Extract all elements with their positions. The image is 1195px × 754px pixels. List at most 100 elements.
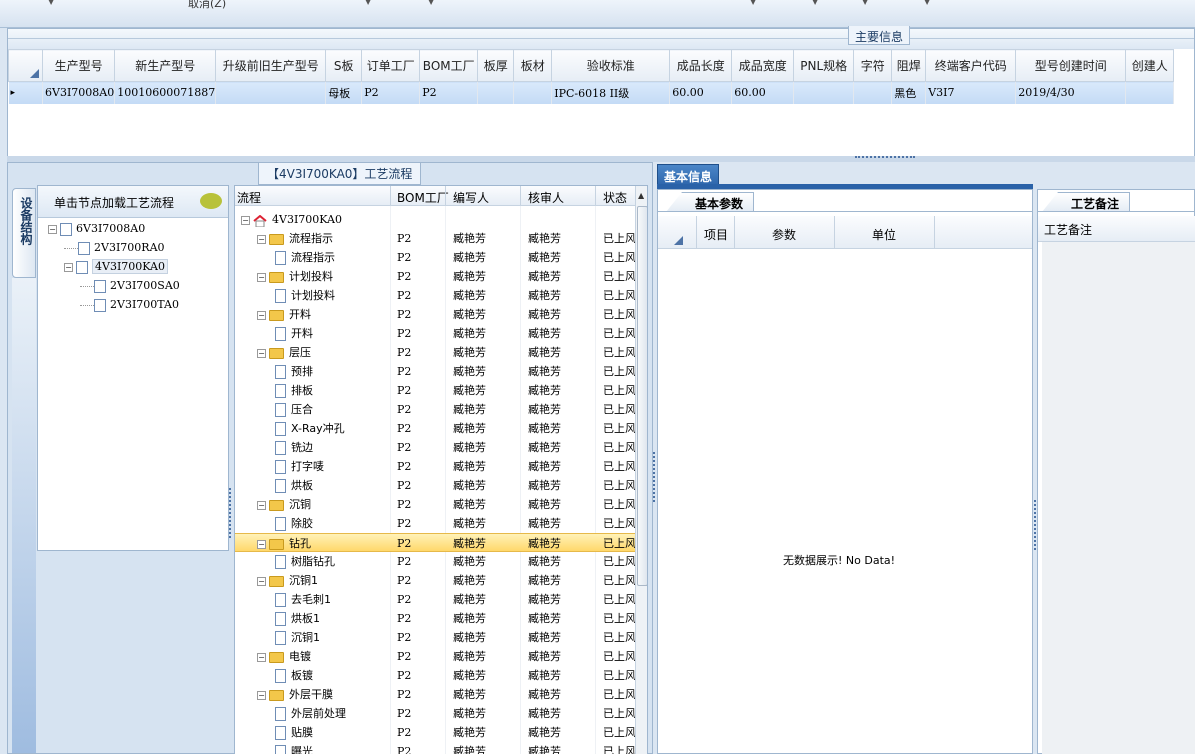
splitter-grip-icon[interactable] [229,488,232,538]
flow-row[interactable]: 外层前处理 P2 臧艳芳 臧艳芳 已上风 [235,704,636,723]
collapse-icon[interactable]: − [257,310,266,320]
main-col-header[interactable]: 创建人 [1125,49,1175,82]
collapse-icon[interactable]: − [257,348,266,358]
tree-node-label[interactable]: 2V3I700RA0 [94,241,165,254]
tree-node[interactable]: − 4V3I700KA0 [64,258,168,276]
flow-row[interactable]: 铣边 P2 臧艳芳 臧艳芳 已上风 [235,438,636,457]
flow-row[interactable]: − 计划投料 P2 臧艳芳 臧艳芳 已上风 [235,267,636,286]
flow-col-process[interactable]: 流程 [237,189,261,206]
splitter-grip-icon[interactable] [653,452,656,502]
tab-basic-params[interactable]: 基本参数 [666,192,755,212]
params-col-unit[interactable]: 单位 [872,226,896,243]
chevron-down-icon[interactable]: ▼ [750,0,756,6]
flow-row[interactable]: − 电镀 P2 臧艳芳 臧艳芳 已上风 [235,647,636,666]
flow-row[interactable]: 板镀 P2 臧艳芳 臧艳芳 已上风 [235,666,636,685]
collapse-icon[interactable]: − [257,690,266,700]
flow-row[interactable]: 沉铜1 P2 臧艳芳 臧艳芳 已上风 [235,628,636,647]
main-col-header[interactable]: 升级前旧生产型号 [215,49,327,82]
table-cell[interactable]: 10010600071887 [114,81,217,104]
collapse-icon[interactable]: − [241,215,250,225]
flow-col-bom[interactable]: BOM工厂 [397,189,449,206]
main-col-header[interactable]: 新生产型号 [114,49,217,82]
flow-row[interactable]: 流程指示 P2 臧艳芳 臧艳芳 已上风 [235,248,636,267]
main-col-header[interactable]: 字符 [853,49,893,82]
flow-row[interactable]: 计划投料 P2 臧艳芳 臧艳芳 已上风 [235,286,636,305]
flow-row[interactable]: − 流程指示 P2 臧艳芳 臧艳芳 已上风 [235,229,636,248]
flow-row[interactable]: 打字唛 P2 臧艳芳 臧艳芳 已上风 [235,457,636,476]
flow-col-reviewer[interactable]: 核审人 [528,189,564,206]
tree-node-label[interactable]: 4V3I700KA0 [92,259,168,274]
table-cell[interactable]: 6V3I7008A0 [42,81,116,104]
collapse-icon[interactable]: − [48,224,57,234]
collapse-icon[interactable]: − [64,262,73,272]
flow-row[interactable]: 曝光 P2 臧艳芳 臧艳芳 已上风 [235,742,636,754]
table-cell[interactable]: 2019/4/30 [1015,81,1127,104]
tree-node[interactable]: 2V3I700SA0 [80,277,180,295]
main-col-header[interactable]: 生产型号 [41,49,116,82]
flow-scrollbar[interactable]: ▲ [635,186,647,754]
chevron-down-icon[interactable]: ▼ [924,0,930,6]
table-cell[interactable] [215,81,327,104]
table-cell[interactable]: P2 [419,81,479,104]
main-col-header[interactable]: 型号创建时间 [1015,49,1127,82]
flow-row[interactable]: 去毛刺1 P2 臧艳芳 臧艳芳 已上风 [235,590,636,609]
scrollbar-thumb[interactable] [637,206,647,586]
table-cell[interactable] [793,81,855,104]
table-cell[interactable]: IPC-6018 II级 [551,81,671,104]
flow-row[interactable]: − 沉铜 P2 臧艳芳 臧艳芳 已上风 [235,495,636,514]
main-info-grid[interactable]: 生产型号 新生产型号 升级前旧生产型号 S板 订单工厂 BOM工厂 板厚 板材 验收标准 成品长度… [8,49,1175,104]
params-col-param[interactable]: 参数 [772,226,796,243]
flow-row[interactable]: − 层压 P2 臧艳芳 臧艳芳 已上风 [235,343,636,362]
scroll-up-icon[interactable]: ▲ [638,191,644,200]
flow-row[interactable]: 开料 P2 臧艳芳 臧艳芳 已上风 [235,324,636,343]
tree-node[interactable]: 2V3I700TA0 [80,296,179,314]
flow-row[interactable]: 树脂钻孔 P2 臧艳芳 臧艳芳 已上风 [235,552,636,571]
chevron-down-icon[interactable]: ▼ [812,0,818,6]
main-col-header[interactable]: S板 [325,49,363,82]
table-cell[interactable] [477,81,515,104]
table-cell[interactable]: V3I7 [925,81,1017,104]
remarks-col-header[interactable]: 工艺备注 [1038,216,1195,242]
main-col-header[interactable]: 板厚 [477,49,515,82]
collapse-icon[interactable]: − [257,272,266,282]
collapse-icon[interactable]: − [257,539,266,549]
flow-row[interactable]: − 钻孔 P2 臧艳芳 臧艳芳 已上风 [235,533,636,552]
table-cell[interactable]: 黑色 [891,81,927,104]
flow-row[interactable]: − 外层干膜 P2 臧艳芳 臧艳芳 已上风 [235,685,636,704]
main-col-header[interactable]: 板材 [513,49,553,82]
table-cell[interactable]: 母板 [325,81,363,104]
chevron-down-icon[interactable]: ▼ [48,0,54,6]
table-cell[interactable] [853,81,893,104]
tree-node-label[interactable]: 2V3I700SA0 [110,279,180,292]
flow-row[interactable]: 贴膜 P2 臧艳芳 臧艳芳 已上风 [235,723,636,742]
table-cell[interactable]: 60.00 [669,81,733,104]
splitter-grip-icon[interactable] [855,156,915,161]
collapse-icon[interactable]: − [257,576,266,586]
tab-process-remarks[interactable]: 工艺备注 [1042,192,1131,212]
flow-row[interactable]: − 开料 P2 臧艳芳 臧艳芳 已上风 [235,305,636,324]
main-col-header[interactable]: 验收标准 [551,49,671,82]
flow-row[interactable]: − 4V3I700KA0 [235,210,635,229]
collapse-icon[interactable]: − [257,652,266,662]
flow-row[interactable]: − 沉铜1 P2 臧艳芳 臧艳芳 已上风 [235,571,636,590]
collapse-icon[interactable]: − [257,500,266,510]
table-row[interactable]: ▸ 6V3I7008A0 10010600071887 母板 P2 P2 IPC-6018 … [8,81,1175,104]
tree-node[interactable]: − 6V3I7008A0 [48,220,145,238]
main-col-header[interactable]: 订单工厂 [361,49,421,82]
main-col-header[interactable]: 成品宽度 [731,49,795,82]
params-col-item[interactable]: 项目 [704,226,728,243]
table-cell[interactable] [1125,81,1175,104]
tree-node[interactable]: 2V3I700RA0 [64,239,165,257]
chevron-down-icon[interactable]: ▼ [862,0,868,6]
table-cell[interactable]: P2 [361,81,421,104]
flow-row[interactable]: 烘板 P2 臧艳芳 臧艳芳 已上风 [235,476,636,495]
flow-row[interactable]: 烘板1 P2 臧艳芳 臧艳芳 已上风 [235,609,636,628]
main-col-header[interactable]: 终端客户代码 [925,49,1017,82]
table-cell[interactable] [513,81,553,104]
chevron-down-icon[interactable]: ▼ [365,0,371,6]
flow-row[interactable]: 压合 P2 臧艳芳 臧艳芳 已上风 [235,400,636,419]
flow-row[interactable]: 排板 P2 臧艳芳 臧艳芳 已上风 [235,381,636,400]
cancel-button[interactable]: 取消(Z) [188,0,226,11]
main-col-header[interactable]: 成品长度 [669,49,733,82]
main-col-header[interactable]: PNL规格 [793,49,855,82]
